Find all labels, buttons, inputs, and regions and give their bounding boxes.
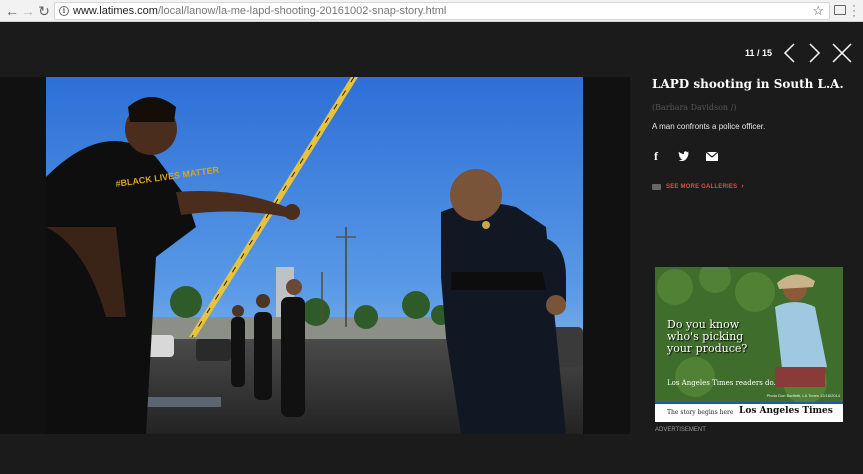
email-icon[interactable] xyxy=(706,152,718,161)
previous-button[interactable] xyxy=(782,42,798,64)
facebook-icon[interactable]: f xyxy=(654,149,658,164)
advertisement-label: ADVERTISEMENT xyxy=(655,427,706,433)
gallery-overlay: 11 / 15 #BLACK LIVES MATTER LAPD shootin… xyxy=(0,22,863,474)
ad-headline: Do you know who's picking your produce? xyxy=(667,318,748,355)
ad-brand-logo: Los Angeles Times xyxy=(739,406,833,416)
photo-caption: A man confronts a police officer. xyxy=(652,122,766,131)
share-bar: f xyxy=(652,149,852,163)
info-icon[interactable]: i xyxy=(59,6,69,16)
slide-counter: 11 / 15 xyxy=(745,48,773,58)
address-bar[interactable]: i www.latimes.com/local/lanow/la-me-lapd… xyxy=(54,2,830,20)
url-text[interactable]: www.latimes.com/local/lanow/la-me-lapd-s… xyxy=(73,5,446,17)
ad-readers-text: Los Angeles Times readers do. xyxy=(667,379,776,387)
cast-icon[interactable] xyxy=(834,5,846,15)
star-icon[interactable]: ☆ xyxy=(812,3,824,19)
menu-icon[interactable]: · · · xyxy=(852,0,858,21)
ad-tagline: The story begins here xyxy=(667,409,734,416)
browser-toolbar: ← → ↻ i www.latimes.com/local/lanow/la-m… xyxy=(0,0,863,22)
next-button[interactable] xyxy=(806,42,822,64)
folder-icon xyxy=(652,183,661,190)
ad-photo-credit: Photo Don Bartletti, LA Times 12/16/2014 xyxy=(766,393,840,398)
chevron-right-icon: › xyxy=(741,183,744,190)
close-button[interactable] xyxy=(832,42,852,64)
gallery-photo[interactable]: #BLACK LIVES MATTER xyxy=(46,77,583,434)
gallery-title: LAPD shooting in South L.A. xyxy=(652,77,844,91)
photo-credit: (Barbara Davidson /) xyxy=(652,103,737,112)
back-button[interactable]: ← xyxy=(4,3,20,19)
advertisement[interactable]: Do you know who's picking your produce? … xyxy=(655,267,843,422)
caption-panel: LAPD shooting in South L.A. (Barbara Dav… xyxy=(652,77,852,190)
twitter-icon[interactable] xyxy=(678,151,690,161)
reload-button[interactable]: ↻ xyxy=(36,3,52,19)
photo-stage: #BLACK LIVES MATTER xyxy=(0,77,630,434)
see-more-galleries-link[interactable]: SEE MORE GALLERIES › xyxy=(652,183,852,190)
forward-button[interactable]: → xyxy=(20,3,36,19)
ad-footer: The story begins here Los Angeles Times xyxy=(655,402,843,422)
